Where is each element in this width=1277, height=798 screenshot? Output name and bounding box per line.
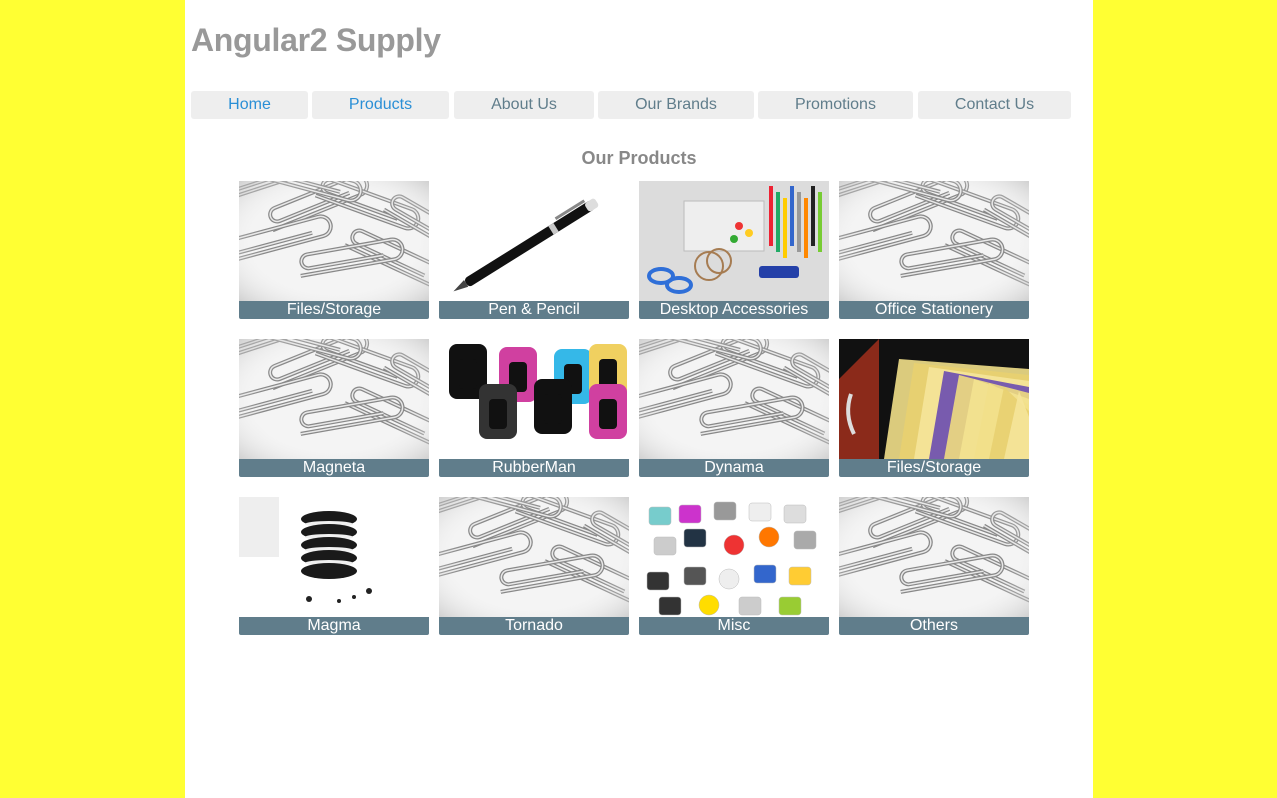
product-label: Dynama xyxy=(639,459,829,477)
product-label: Misc xyxy=(639,617,829,635)
product-tile[interactable]: Dynama xyxy=(639,339,829,477)
product-label: Magma xyxy=(239,617,429,635)
product-image[interactable] xyxy=(239,497,429,617)
product-image[interactable] xyxy=(439,181,629,301)
nav-products[interactable]: Products xyxy=(312,91,449,119)
product-image[interactable] xyxy=(239,181,429,301)
section-title: Our Products xyxy=(581,148,697,168)
product-label: Files/Storage xyxy=(239,301,429,319)
product-tile[interactable]: Magma xyxy=(239,497,429,635)
product-label: Magneta xyxy=(239,459,429,477)
product-image[interactable] xyxy=(639,181,829,301)
product-tile[interactable]: Misc xyxy=(639,497,829,635)
page-content: Angular2 Supply Home Products About Us O… xyxy=(185,0,1093,798)
nav-contact-us[interactable]: Contact Us xyxy=(918,91,1071,119)
product-tile[interactable]: Office Stationery xyxy=(839,181,1029,319)
nav-our-brands[interactable]: Our Brands xyxy=(598,91,754,119)
product-label: Desktop Accessories xyxy=(639,301,829,319)
product-label: Office Stationery xyxy=(839,301,1029,319)
product-image[interactable] xyxy=(639,339,829,459)
product-tile[interactable]: Magneta xyxy=(239,339,429,477)
product-image[interactable] xyxy=(639,497,829,617)
product-image[interactable] xyxy=(439,339,629,459)
product-label: Tornado xyxy=(439,617,629,635)
product-image[interactable] xyxy=(839,181,1029,301)
product-label: Pen & Pencil xyxy=(439,301,629,319)
product-tile[interactable]: Desktop Accessories xyxy=(639,181,829,319)
product-tile[interactable]: Files/Storage xyxy=(239,181,429,319)
product-tile[interactable]: Files/Storage xyxy=(839,339,1029,477)
product-image[interactable] xyxy=(239,339,429,459)
nav-promotions[interactable]: Promotions xyxy=(758,91,913,119)
site-title: Angular2 Supply xyxy=(191,22,441,58)
product-tile[interactable]: Others xyxy=(839,497,1029,635)
nav-home[interactable]: Home xyxy=(191,91,308,119)
product-image[interactable] xyxy=(839,497,1029,617)
product-label: Files/Storage xyxy=(839,459,1029,477)
product-label: Others xyxy=(839,617,1029,635)
product-tile[interactable]: Pen & Pencil xyxy=(439,181,629,319)
product-image[interactable] xyxy=(839,339,1029,459)
product-tile[interactable]: Tornado xyxy=(439,497,629,635)
product-tile[interactable]: RubberMan xyxy=(439,339,629,477)
product-image[interactable] xyxy=(439,497,629,617)
nav-about-us[interactable]: About Us xyxy=(454,91,594,119)
product-label: RubberMan xyxy=(439,459,629,477)
